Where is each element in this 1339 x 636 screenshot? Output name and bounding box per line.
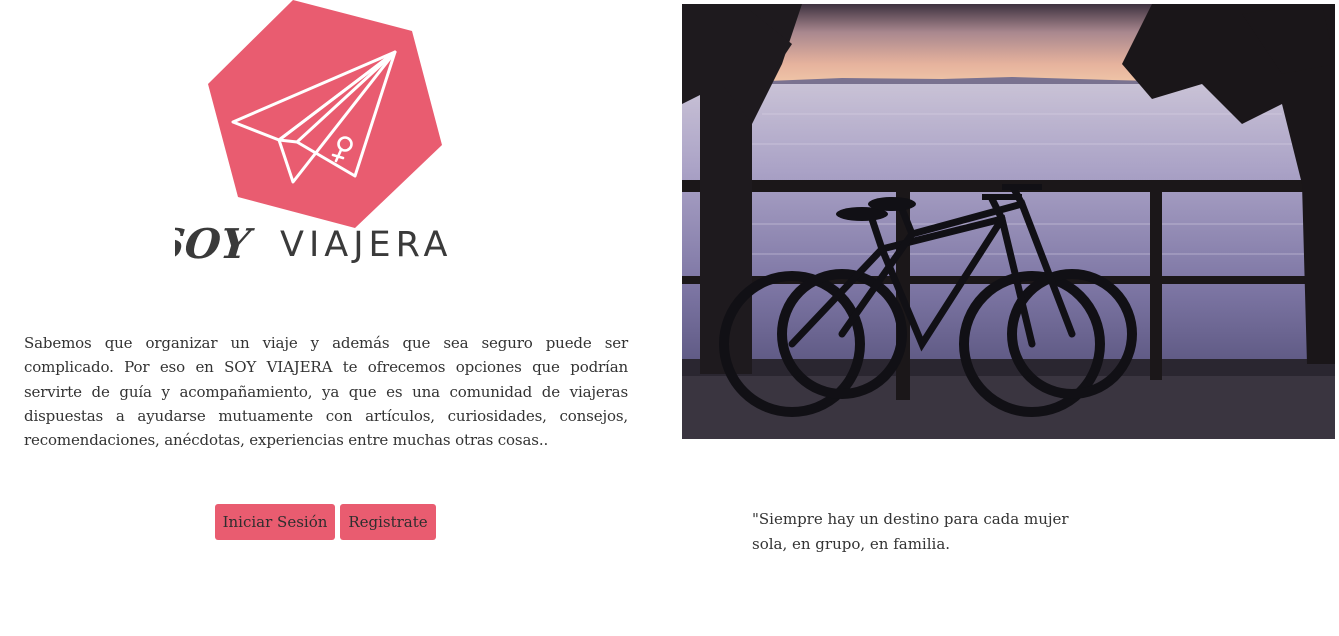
quote-text: "Siempre hay un destino para cada mujer … (752, 510, 1069, 553)
login-button[interactable]: Iniciar Sesión (215, 504, 335, 540)
hexagon-shape (208, 0, 442, 228)
hero-photo (682, 4, 1335, 439)
register-button[interactable]: Registrate (340, 504, 436, 540)
landing-page: SOY VIAJERA Sabemos que organizar un via… (0, 0, 1339, 636)
intro-paragraph: Sabemos que organizar un viaje y además … (24, 334, 628, 450)
brand-soy-text: SOY (175, 219, 256, 268)
brand-viajera-text: VIAJERA (280, 225, 453, 265)
brand-logo: SOY VIAJERA (175, 0, 480, 275)
